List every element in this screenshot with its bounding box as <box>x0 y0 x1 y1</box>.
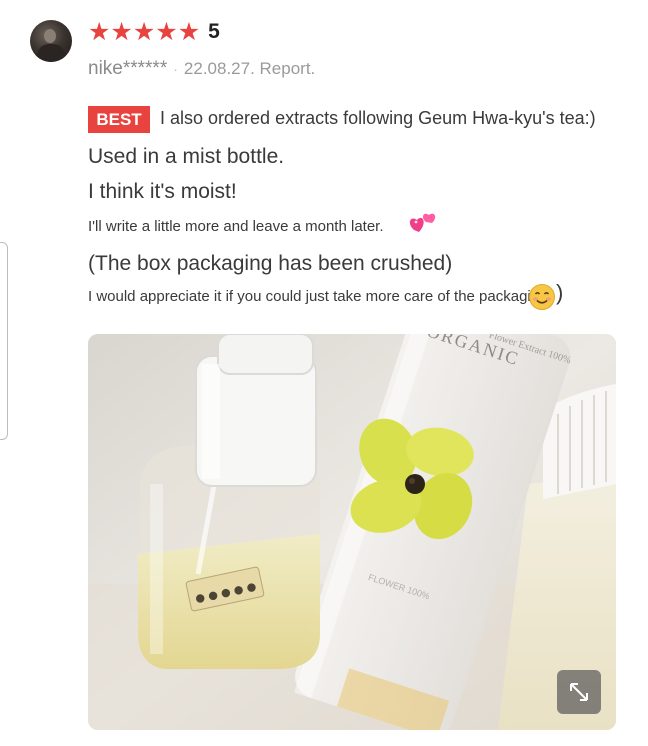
expand-arrows-icon <box>570 683 588 701</box>
side-panel-edge <box>0 242 8 440</box>
review-line-4: I'll write a little more and leave a mon… <box>88 218 384 235</box>
review-date-report[interactable]: 22.08.27. Report. <box>184 59 315 79</box>
review-line-5: (The box packaging has been crushed) <box>88 252 453 275</box>
two-hearts-icon <box>409 213 436 232</box>
expand-photo-button[interactable] <box>557 670 601 714</box>
star-icon: ★ <box>110 17 133 46</box>
star-icon: ★ <box>177 17 201 46</box>
review-line-6: I would appreciate it if you could just … <box>88 288 552 305</box>
review-line-2: Used in a mist bottle. <box>88 145 285 168</box>
avatar-face <box>44 29 56 43</box>
star-icon: ★ <box>132 17 156 46</box>
avatar[interactable] <box>30 20 72 62</box>
review-line-3: I think it's moist! <box>88 180 237 203</box>
best-badge: BEST <box>88 106 150 133</box>
star-icon: ★ <box>88 17 111 46</box>
star-rating: ★ ★ ★ ★ ★ 5 <box>88 18 220 46</box>
avatar-body <box>37 44 65 62</box>
smiling-face-icon <box>529 284 555 310</box>
reviewer-username: nike****** <box>88 58 168 79</box>
star-icon: ★ <box>155 17 178 46</box>
rating-score: 5 <box>208 20 220 43</box>
closing-paren: ) <box>556 280 564 305</box>
meta-separator: · <box>173 61 178 77</box>
product-photo-illustration: ORGANIC Flower Extract 100% FLOWER 100% … <box>88 334 616 730</box>
review-photo[interactable]: ORGANIC Flower Extract 100% FLOWER 100% … <box>88 334 616 730</box>
review-line-1: I also ordered extracts following Geum H… <box>160 108 596 128</box>
review-meta: nike****** · 22.08.27. Report. <box>88 58 315 80</box>
